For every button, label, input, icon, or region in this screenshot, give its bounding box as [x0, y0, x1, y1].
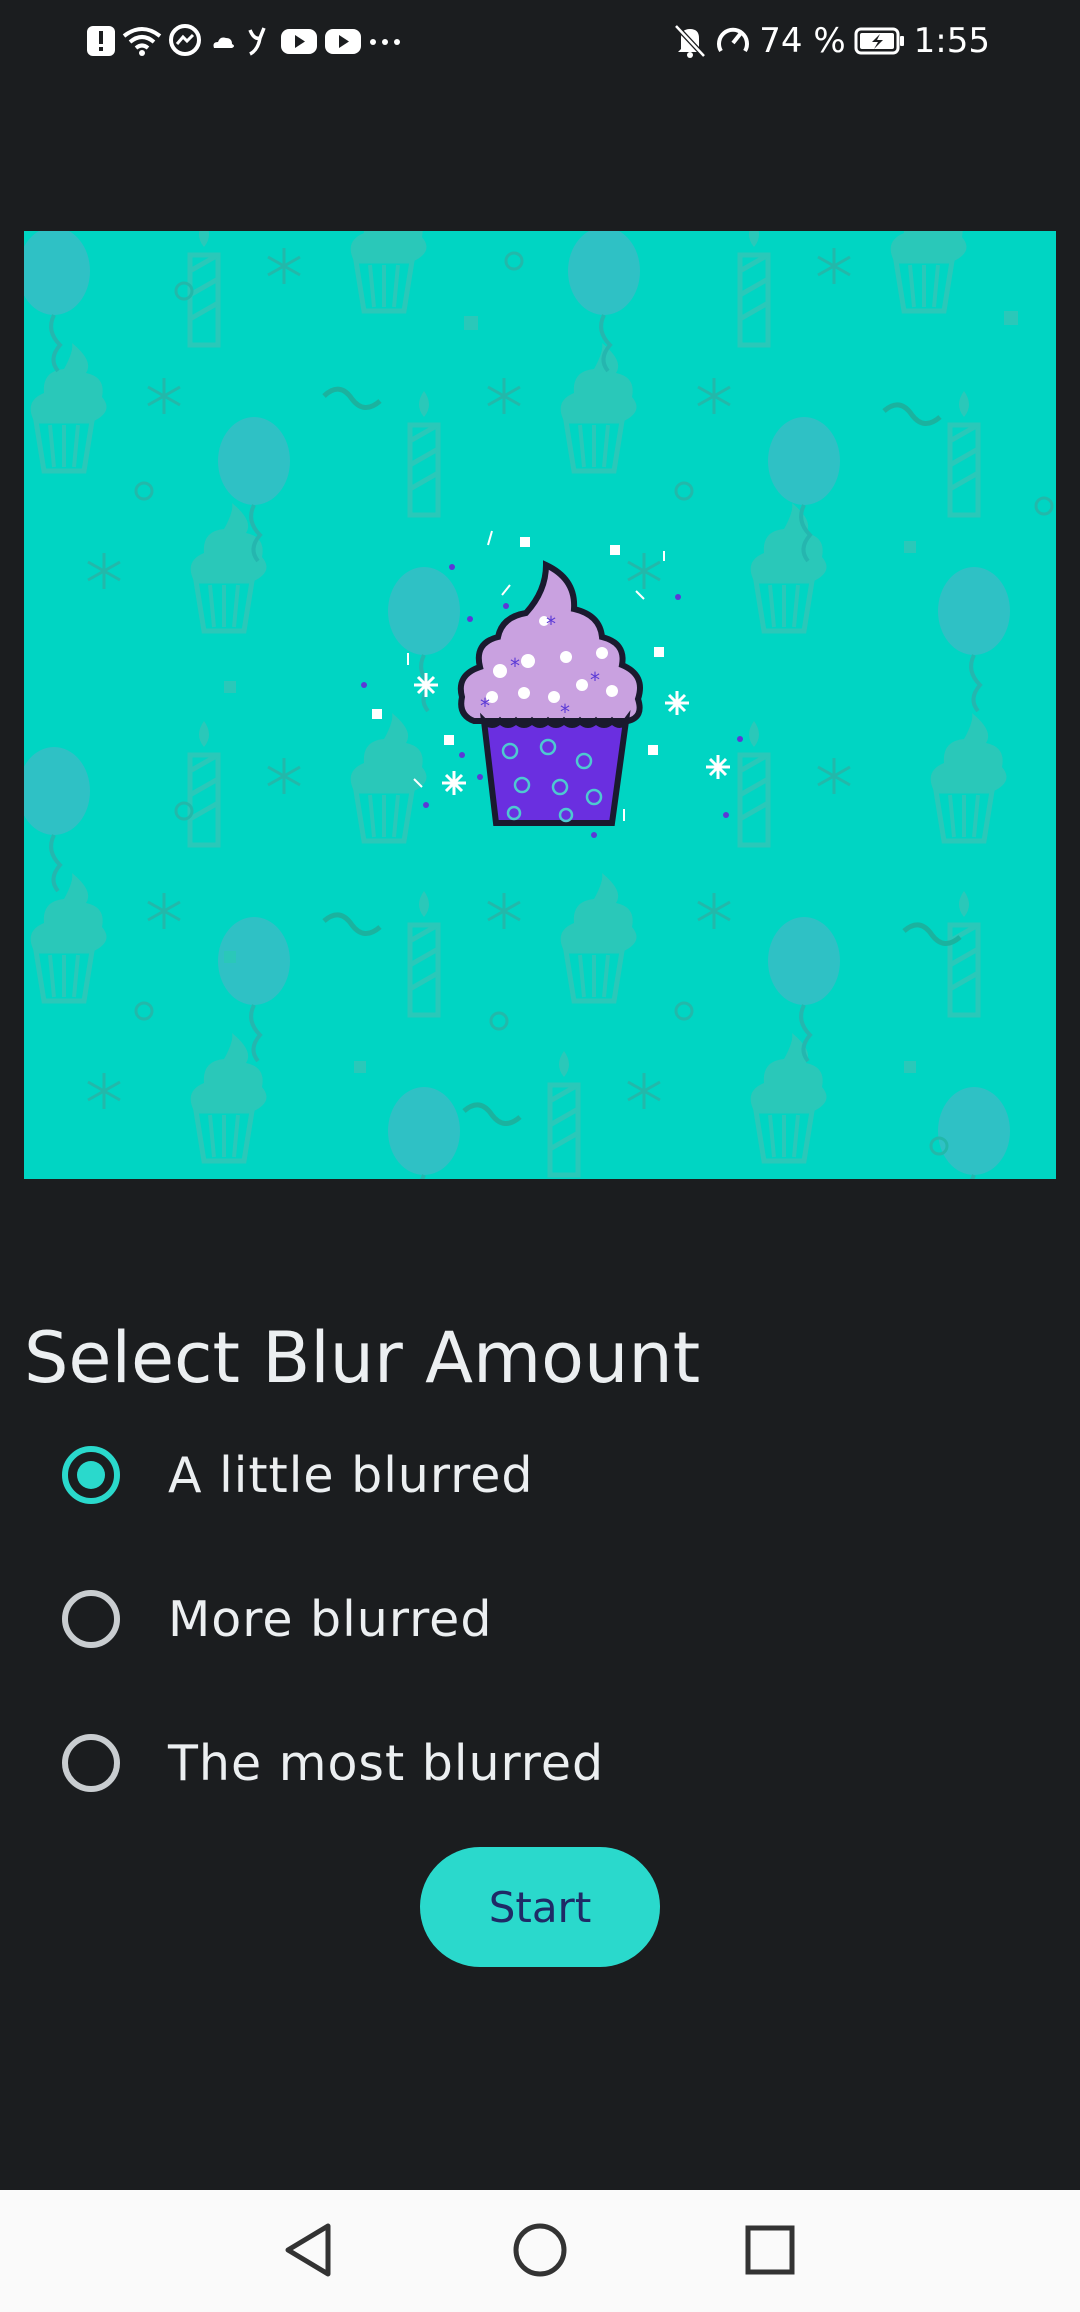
bell-off-icon — [673, 23, 707, 59]
alert-icon — [86, 24, 116, 58]
navigation-bar — [0, 2190, 1080, 2312]
radio-option-more[interactable]: More blurred — [62, 1564, 962, 1674]
status-time: 1:55 — [913, 21, 990, 61]
recents-icon[interactable] — [730, 2210, 810, 2290]
back-icon[interactable] — [268, 2210, 348, 2290]
radio-option-most[interactable]: The most blurred — [62, 1708, 962, 1818]
cupcake-hero-image: * * * * * — [24, 231, 1056, 1179]
start-button[interactable]: Start — [420, 1847, 660, 1967]
battery-percent: 74 % — [759, 21, 846, 61]
radio-button-checked[interactable] — [62, 1446, 120, 1504]
status-right-icons: 74 % 1:55 — [673, 18, 990, 64]
radio-label: More blurred — [168, 1590, 493, 1648]
data-saver-icon — [715, 23, 751, 59]
radio-label: A little blurred — [168, 1446, 534, 1504]
status-bar: 74 % 1:55 — [0, 0, 1080, 80]
radio-dot — [77, 1461, 105, 1489]
cloud-icon — [208, 24, 238, 58]
youtube-icon — [324, 24, 362, 58]
svg-text:*: * — [590, 668, 600, 692]
home-icon[interactable] — [500, 2210, 580, 2290]
svg-text:*: * — [546, 612, 556, 636]
youtube-icon — [280, 24, 318, 58]
radio-label: The most blurred — [168, 1734, 605, 1792]
radio-option-little[interactable]: A little blurred — [62, 1420, 962, 1530]
app-y-icon — [244, 24, 274, 58]
select-blur-heading: Select Blur Amount — [24, 1317, 701, 1399]
wifi-icon — [122, 24, 162, 58]
more-dots-icon — [368, 24, 402, 58]
svg-text:*: * — [510, 654, 520, 678]
radio-button-unchecked[interactable] — [62, 1590, 120, 1648]
status-left-icons — [86, 18, 402, 64]
messenger-icon — [168, 24, 202, 58]
battery-charging-icon — [854, 26, 906, 56]
radio-button-unchecked[interactable] — [62, 1734, 120, 1792]
screen: 74 % 1:55 * * * * * Select Blur Amount A… — [0, 0, 1080, 2312]
